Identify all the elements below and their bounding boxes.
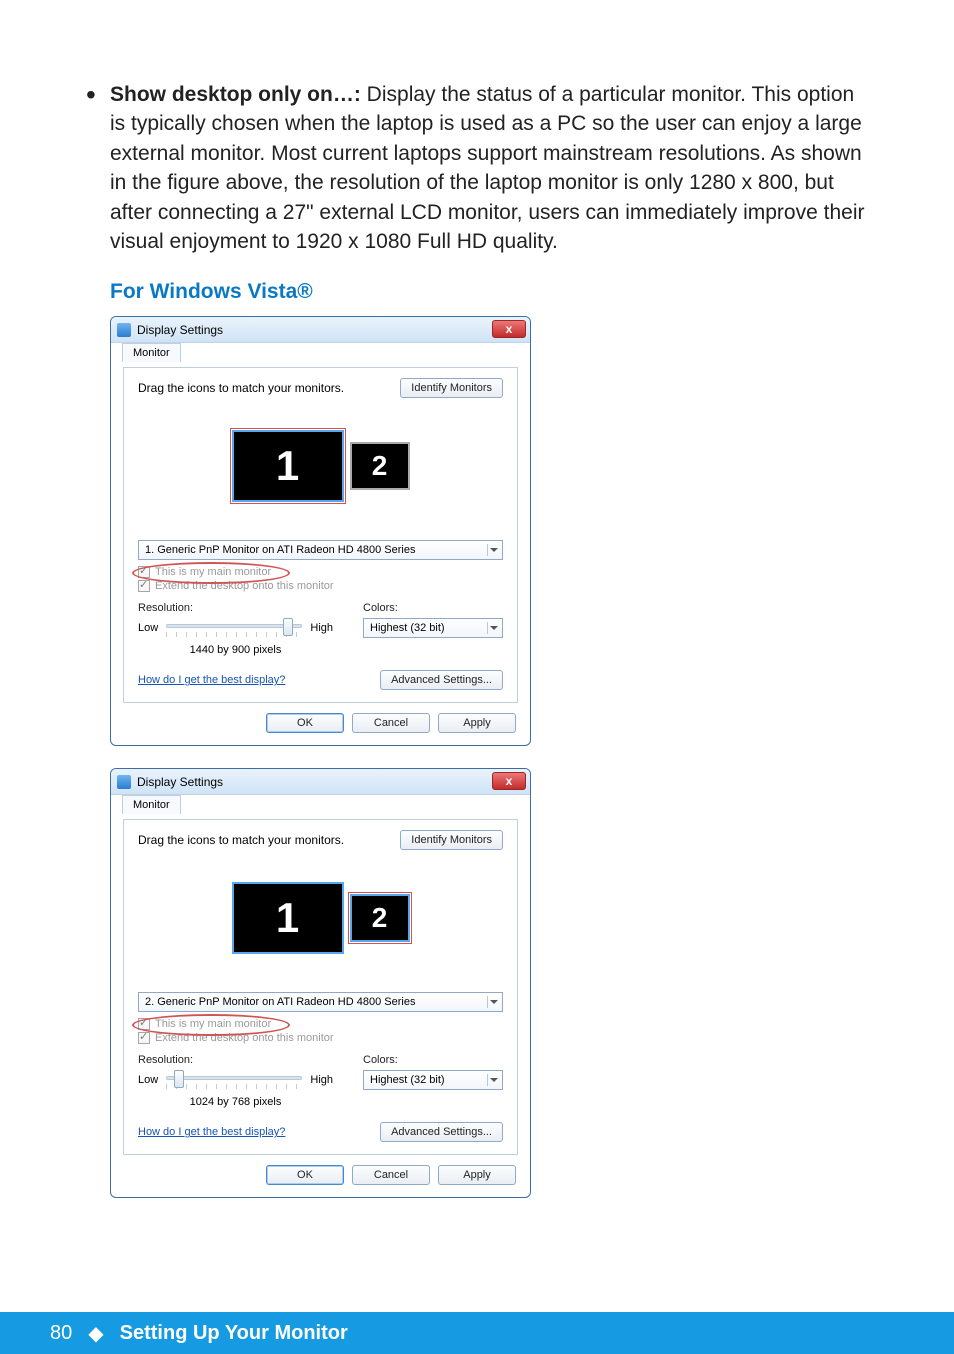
cancel-button[interactable]: Cancel bbox=[352, 1165, 430, 1185]
identify-monitors-button[interactable]: Identify Monitors bbox=[400, 830, 503, 850]
ok-button[interactable]: OK bbox=[266, 1165, 344, 1185]
monitor-1-icon[interactable]: 1 bbox=[232, 882, 344, 954]
apply-button[interactable]: Apply bbox=[438, 1165, 516, 1185]
bullet-dot-icon: • bbox=[80, 80, 110, 256]
display-settings-dialog-1: Display Settings x Monitor Drag the icon… bbox=[110, 316, 531, 746]
colors-value: Highest (32 bit) bbox=[370, 1074, 445, 1086]
colors-dropdown[interactable]: Highest (32 bit) bbox=[363, 1070, 503, 1090]
chevron-down-icon bbox=[487, 996, 499, 1008]
extend-desktop-checkbox-row: Extend the desktop onto this monitor bbox=[138, 580, 503, 592]
diamond-icon: ◆ bbox=[88, 1321, 103, 1346]
extend-desktop-label: Extend the desktop onto this monitor bbox=[155, 580, 334, 592]
cancel-button[interactable]: Cancel bbox=[352, 713, 430, 733]
monitor-select-dropdown[interactable]: 2. Generic PnP Monitor on ATI Radeon HD … bbox=[138, 992, 503, 1012]
main-monitor-checkbox-row: This is my main monitor bbox=[138, 566, 503, 578]
subheading-os: For Windows Vista® bbox=[110, 280, 874, 304]
bullet-text: Show desktop only on…: Display the statu… bbox=[110, 80, 874, 256]
close-button[interactable]: x bbox=[492, 772, 526, 790]
slider-thumb-icon[interactable] bbox=[283, 618, 293, 636]
slider-high-label: High bbox=[310, 1074, 333, 1086]
checkbox-extend-desktop bbox=[138, 1032, 150, 1044]
titlebar: Display Settings x bbox=[111, 769, 530, 795]
monitor-select-value: 2. Generic PnP Monitor on ATI Radeon HD … bbox=[145, 996, 415, 1008]
resolution-value: 1024 by 768 pixels bbox=[138, 1096, 333, 1108]
titlebar: Display Settings x bbox=[111, 317, 530, 343]
display-settings-dialog-2: Display Settings x Monitor Drag the icon… bbox=[110, 768, 531, 1198]
monitor-arrangement-area[interactable]: 1 2 bbox=[168, 406, 473, 526]
chevron-down-icon bbox=[487, 1074, 499, 1086]
main-monitor-label: This is my main monitor bbox=[155, 566, 271, 578]
tab-monitor[interactable]: Monitor bbox=[122, 343, 181, 362]
chevron-down-icon bbox=[487, 622, 499, 634]
resolution-value: 1440 by 900 pixels bbox=[138, 644, 333, 656]
checkbox-extend-desktop bbox=[138, 580, 150, 592]
ok-button[interactable]: OK bbox=[266, 713, 344, 733]
monitor-1-icon[interactable]: 1 bbox=[232, 430, 344, 502]
slider-thumb-icon[interactable] bbox=[174, 1070, 184, 1088]
monitor-2-icon[interactable]: 2 bbox=[350, 894, 410, 942]
page-footer: 80 ◆ Setting Up Your Monitor bbox=[0, 1312, 954, 1354]
bullet-lead: Show desktop only on…: bbox=[110, 83, 361, 106]
resolution-label: Resolution: bbox=[138, 1054, 333, 1066]
close-button[interactable]: x bbox=[492, 320, 526, 338]
slider-high-label: High bbox=[310, 622, 333, 634]
help-link[interactable]: How do I get the best display? bbox=[138, 1126, 285, 1138]
app-icon bbox=[117, 323, 131, 337]
advanced-settings-button[interactable]: Advanced Settings... bbox=[380, 1122, 503, 1142]
apply-button[interactable]: Apply bbox=[438, 713, 516, 733]
drag-instruction: Drag the icons to match your monitors. bbox=[138, 833, 344, 847]
colors-dropdown[interactable]: Highest (32 bit) bbox=[363, 618, 503, 638]
close-icon: x bbox=[506, 774, 513, 788]
identify-monitors-button[interactable]: Identify Monitors bbox=[400, 378, 503, 398]
monitor-arrangement-area[interactable]: 1 2 bbox=[168, 858, 473, 978]
app-icon bbox=[117, 775, 131, 789]
checkbox-main-monitor bbox=[138, 566, 150, 578]
chevron-down-icon bbox=[487, 544, 499, 556]
close-icon: x bbox=[506, 322, 513, 336]
main-monitor-checkbox-row: This is my main monitor bbox=[138, 1018, 503, 1030]
resolution-label: Resolution: bbox=[138, 602, 333, 614]
window-title: Display Settings bbox=[137, 323, 223, 337]
slider-low-label: Low bbox=[138, 622, 158, 634]
resolution-slider[interactable] bbox=[166, 618, 302, 638]
extend-desktop-label: Extend the desktop onto this monitor bbox=[155, 1032, 334, 1044]
help-link[interactable]: How do I get the best display? bbox=[138, 674, 285, 686]
drag-instruction: Drag the icons to match your monitors. bbox=[138, 381, 344, 395]
monitor-select-dropdown[interactable]: 1. Generic PnP Monitor on ATI Radeon HD … bbox=[138, 540, 503, 560]
main-monitor-label: This is my main monitor bbox=[155, 1018, 271, 1030]
bullet-item: • Show desktop only on…: Display the sta… bbox=[80, 80, 874, 256]
advanced-settings-button[interactable]: Advanced Settings... bbox=[380, 670, 503, 690]
extend-desktop-checkbox-row: Extend the desktop onto this monitor bbox=[138, 1032, 503, 1044]
tab-monitor[interactable]: Monitor bbox=[122, 795, 181, 814]
colors-label: Colors: bbox=[363, 602, 503, 614]
monitor-2-icon[interactable]: 2 bbox=[350, 442, 410, 490]
colors-label: Colors: bbox=[363, 1054, 503, 1066]
checkbox-main-monitor bbox=[138, 1018, 150, 1030]
page-number: 80 bbox=[50, 1322, 72, 1345]
resolution-slider[interactable] bbox=[166, 1070, 302, 1090]
bullet-body: Display the status of a particular monit… bbox=[110, 83, 864, 253]
colors-value: Highest (32 bit) bbox=[370, 622, 445, 634]
section-title: Setting Up Your Monitor bbox=[120, 1322, 348, 1345]
monitor-select-value: 1. Generic PnP Monitor on ATI Radeon HD … bbox=[145, 544, 415, 556]
slider-low-label: Low bbox=[138, 1074, 158, 1086]
window-title: Display Settings bbox=[137, 775, 223, 789]
